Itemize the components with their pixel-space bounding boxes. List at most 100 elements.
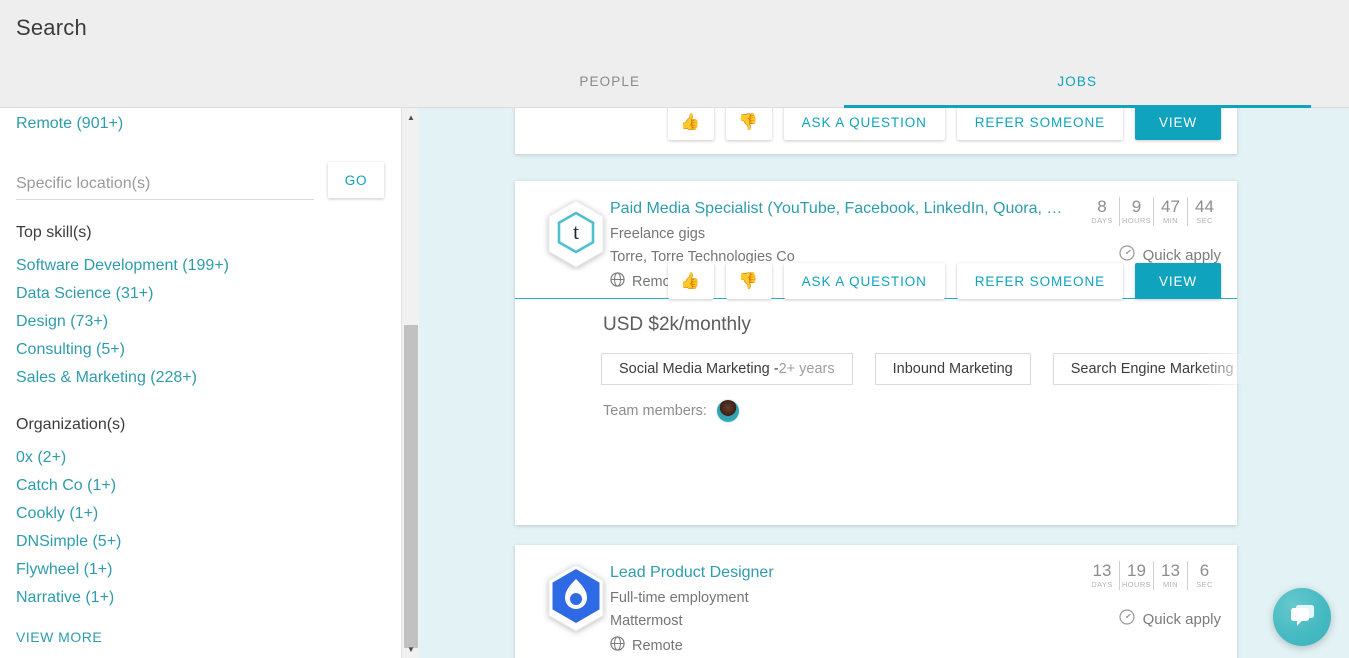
sidebar-org-0x[interactable]: 0x (2+) xyxy=(16,444,384,472)
chat-bubble-icon xyxy=(1287,601,1317,634)
sidebar-scrollbar[interactable]: ▲ ▼ xyxy=(401,108,419,658)
quick-apply-label: Quick apply xyxy=(1142,246,1221,264)
countdown-days-value: 8 xyxy=(1097,197,1107,216)
quick-apply-indicator: Quick apply xyxy=(1119,609,1221,629)
job-location: Remote xyxy=(610,636,683,655)
globe-icon xyxy=(610,636,625,655)
job-organization-label: Mattermost xyxy=(610,613,683,629)
team-members-row: Team members: xyxy=(603,400,739,422)
quick-apply-label: Quick apply xyxy=(1142,610,1221,628)
countdown-hours-label: HOURS xyxy=(1121,580,1152,589)
job-card-partial: 👍 👎 ASK A QUESTION REFER SOMEONE VIEW xyxy=(515,108,1237,154)
countdown-days: 8 DAYS xyxy=(1085,197,1119,226)
thumbs-up-icon-button[interactable]: 👍 xyxy=(667,263,714,299)
job-card-lead-product-designer: Lead Product Designer Full-time employme… xyxy=(515,545,1237,658)
countdown-hours-label: HOURS xyxy=(1121,216,1152,225)
speedometer-icon xyxy=(1119,609,1135,629)
skill-chip-search-engine-marketing[interactable]: Search Engine Marketing xyxy=(1052,353,1241,385)
countdown-seconds: 44 SEC xyxy=(1187,197,1221,226)
scroll-up-arrow-icon[interactable]: ▲ xyxy=(402,108,420,126)
sidebar-filter-remote[interactable]: Remote (901+) xyxy=(16,110,384,138)
skill-chip-inbound-marketing[interactable]: Inbound Marketing xyxy=(874,353,1031,385)
job-countdown-timer: 8 DAYS 9 HOURS 47 MIN 44 SEC xyxy=(1085,197,1221,226)
tab-people[interactable]: PEOPLE xyxy=(376,62,844,108)
ask-a-question-button[interactable]: ASK A QUESTION xyxy=(783,263,945,299)
globe-icon xyxy=(610,272,625,291)
skill-chip-name: Social Media Marketing - xyxy=(619,361,779,377)
countdown-seconds-label: SEC xyxy=(1196,580,1213,589)
sidebar-skill-consulting[interactable]: Consulting (5+) xyxy=(16,336,384,364)
quick-apply-indicator: Quick apply xyxy=(1119,245,1221,265)
job-salary: USD $2k/monthly xyxy=(603,314,751,335)
team-member-avatar[interactable] xyxy=(716,400,739,422)
specific-location-input[interactable] xyxy=(16,175,314,200)
thumbs-up-icon-button[interactable]: 👍 xyxy=(667,108,714,140)
countdown-minutes: 47 MIN xyxy=(1153,197,1187,226)
sidebar-org-dnsimple[interactable]: DNSimple (5+) xyxy=(16,528,384,556)
view-button[interactable]: VIEW xyxy=(1135,263,1221,299)
countdown-hours: 9 HOURS xyxy=(1119,197,1153,226)
countdown-days-label: DAYS xyxy=(1091,580,1113,589)
countdown-minutes-value: 47 xyxy=(1161,197,1180,216)
team-members-label: Team members: xyxy=(603,403,707,419)
sidebar-skill-software-development[interactable]: Software Development (199+) xyxy=(16,252,384,280)
job-actions: 👍 👎 ASK A QUESTION REFER SOMEONE VIEW xyxy=(667,263,1221,299)
top-skills-heading: Top skill(s) xyxy=(16,224,92,241)
sidebar-org-cookly[interactable]: Cookly (1+) xyxy=(16,500,384,528)
svg-text:t: t xyxy=(573,219,579,244)
job-title-link[interactable]: Paid Media Specialist (YouTube, Facebook… xyxy=(610,200,1062,218)
refer-someone-button[interactable]: REFER SOMEONE xyxy=(956,108,1123,140)
torre-logo-icon: t xyxy=(545,199,607,269)
sidebar-org-flywheel[interactable]: Flywheel (1+) xyxy=(16,556,384,584)
sidebar-scrollbar-thumb[interactable] xyxy=(404,325,418,648)
job-location-label: Remote xyxy=(632,637,683,654)
sidebar-skill-data-science[interactable]: Data Science (31+) xyxy=(16,280,384,308)
countdown-hours: 19 HOURS xyxy=(1119,561,1153,590)
tab-jobs[interactable]: JOBS xyxy=(843,62,1312,108)
countdown-seconds-value: 6 xyxy=(1199,561,1210,580)
job-card-paid-media-specialist: t Paid Media Specialist (YouTube, Facebo… xyxy=(515,181,1241,525)
job-card-header: Lead Product Designer Full-time employme… xyxy=(515,545,1237,658)
sidebar-view-more-button[interactable]: VIEW MORE xyxy=(16,629,102,645)
skill-chip-name: Inbound Marketing xyxy=(892,361,1013,377)
sidebar-skill-sales-marketing[interactable]: Sales & Marketing (228+) xyxy=(16,364,384,392)
countdown-days: 13 DAYS xyxy=(1085,561,1119,590)
countdown-days-value: 13 xyxy=(1092,561,1112,580)
skill-chip-detail: 2+ years xyxy=(778,361,835,377)
speedometer-icon xyxy=(1119,245,1135,265)
job-countdown-timer: 13 DAYS 19 HOURS 13 MIN 6 SEC xyxy=(1085,561,1221,590)
skill-chip-name: Search Engine Marketing xyxy=(1070,361,1234,377)
countdown-minutes: 13 MIN xyxy=(1153,561,1187,590)
job-type-label: Freelance gigs xyxy=(610,226,706,242)
scroll-down-arrow-icon[interactable]: ▼ xyxy=(402,640,420,658)
countdown-minutes-label: MIN xyxy=(1163,216,1178,225)
job-type-label: Full-time employment xyxy=(610,590,749,606)
ask-a-question-button[interactable]: ASK A QUESTION xyxy=(783,108,945,140)
location-filter-row: GO xyxy=(16,156,384,200)
filters-sidebar: Remote (901+) GO Top skill(s) Software D… xyxy=(0,108,400,658)
refer-someone-button[interactable]: REFER SOMEONE xyxy=(956,263,1123,299)
job-skill-chips: Social Media Marketing - 2+ years Inboun… xyxy=(601,353,1241,385)
job-title-link[interactable]: Lead Product Designer xyxy=(610,564,774,582)
countdown-seconds-value: 44 xyxy=(1195,197,1214,216)
sidebar-org-narrative[interactable]: Narrative (1+) xyxy=(16,584,384,612)
search-tabs: PEOPLE JOBS xyxy=(376,62,1311,108)
countdown-minutes-value: 13 xyxy=(1161,561,1180,580)
organizations-heading: Organization(s) xyxy=(16,416,126,433)
sidebar-skill-design[interactable]: Design (73+) xyxy=(16,308,384,336)
mattermost-logo-icon xyxy=(545,563,607,633)
page-header: Search PEOPLE JOBS xyxy=(0,0,1349,108)
countdown-seconds: 6 SEC xyxy=(1187,561,1221,590)
view-button[interactable]: VIEW xyxy=(1135,108,1221,140)
countdown-minutes-label: MIN xyxy=(1163,580,1178,589)
skill-chip-social-media-marketing[interactable]: Social Media Marketing - 2+ years xyxy=(601,353,853,385)
location-go-button[interactable]: GO xyxy=(328,162,384,198)
countdown-hours-value: 9 xyxy=(1131,197,1142,216)
chat-widget-button[interactable] xyxy=(1273,588,1331,646)
thumbs-down-icon-button[interactable]: 👎 xyxy=(725,263,772,299)
job-card-body: USD $2k/monthly Social Media Marketing -… xyxy=(515,263,1241,422)
sidebar-org-catch-co[interactable]: Catch Co (1+) xyxy=(16,472,384,500)
page-title: Search xyxy=(16,15,87,40)
countdown-days-label: DAYS xyxy=(1091,216,1113,225)
thumbs-down-icon-button[interactable]: 👎 xyxy=(725,108,772,140)
